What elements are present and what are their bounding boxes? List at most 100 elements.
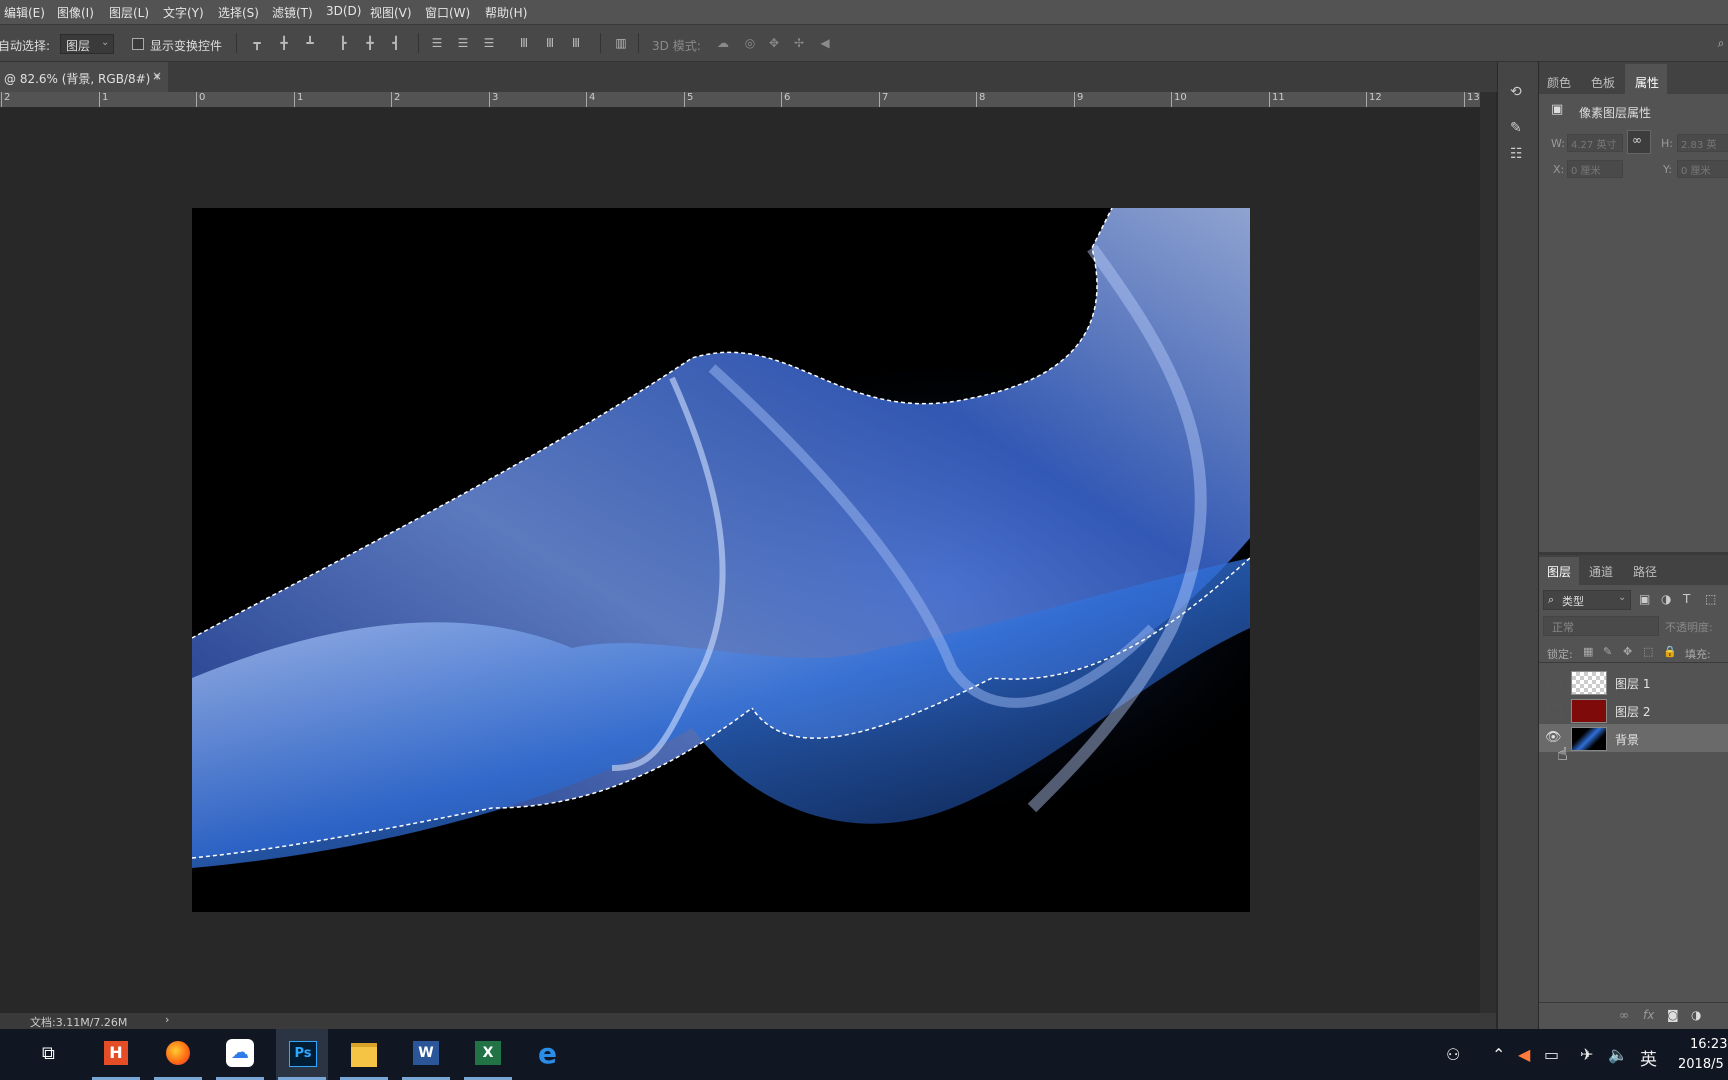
right-panel: 颜色 色板 属性 ▣ 像素图层属性 W: 4.27 英寸 ∞ H: 2.83 英… — [1538, 62, 1728, 1029]
menu-select[interactable]: 选择(S) — [218, 4, 259, 21]
fx-icon[interactable]: fx — [1643, 1008, 1654, 1022]
orbit-3d-icon[interactable]: ☁ — [716, 37, 730, 49]
file-explorer-button[interactable] — [338, 1029, 390, 1080]
task-view-button[interactable]: ⧉ — [28, 1029, 80, 1080]
ruler-label: 0 — [199, 92, 206, 103]
volume-icon[interactable]: 🔈 — [1608, 1045, 1628, 1064]
tab-properties[interactable]: 属性 — [1635, 74, 1659, 91]
battery-icon[interactable]: ▭ — [1544, 1045, 1559, 1064]
baidu-netdisk-button[interactable]: ☁ — [214, 1029, 266, 1080]
status-bar: 文档:3.11M/7.26M › — [0, 1013, 1496, 1029]
menu-3d[interactable]: 3D(D) — [326, 4, 361, 18]
link-dimensions-button[interactable]: ∞ — [1627, 130, 1651, 154]
align-top-icon[interactable]: ┳ — [250, 37, 264, 49]
airplane-mode-icon[interactable]: ✈ — [1580, 1045, 1593, 1064]
visibility-toggle[interactable] — [1547, 704, 1561, 718]
notification-icon[interactable]: ◀ — [1518, 1045, 1530, 1064]
tab-paths[interactable]: 路径 — [1633, 563, 1657, 580]
edge-button[interactable]: e — [524, 1029, 576, 1080]
height-field[interactable]: 2.83 英 — [1677, 134, 1728, 152]
lock-pixels-icon[interactable]: ✎ — [1603, 645, 1612, 658]
y-field[interactable]: 0 厘米 — [1677, 160, 1728, 178]
properties-header: 像素图层属性 — [1579, 106, 1652, 120]
photoshop-button[interactable]: Ps — [276, 1029, 328, 1080]
link-icon[interactable]: ∞ — [1619, 1008, 1629, 1022]
filter-pixel-icon[interactable]: ▣ — [1639, 592, 1650, 606]
filter-type-icon[interactable]: T — [1683, 592, 1690, 606]
tab-swatches[interactable]: 色板 — [1591, 74, 1615, 91]
x-field[interactable]: 0 厘米 — [1567, 160, 1623, 178]
show-hidden-icons-icon[interactable]: ⌃ — [1492, 1045, 1505, 1064]
adjustments-panel-icon[interactable]: ☷ — [1510, 146, 1523, 162]
width-field[interactable]: 4.27 英寸 — [1567, 134, 1623, 152]
menu-type[interactable]: 文字(Y) — [163, 4, 204, 21]
align-vcenter-icon[interactable]: ╋ — [277, 37, 291, 49]
filter-adjustment-icon[interactable]: ◑ — [1661, 592, 1671, 606]
excel-button[interactable]: X — [462, 1029, 514, 1080]
hbuilder-button[interactable]: H — [90, 1029, 142, 1080]
align-hcenter-icon[interactable]: ╋ — [363, 37, 377, 49]
status-menu-arrow[interactable]: › — [165, 1013, 169, 1026]
properties-tab-bar: 颜色 色板 属性 — [1539, 62, 1728, 94]
menu-window[interactable]: 窗口(W) — [425, 4, 470, 21]
auto-select-dropdown[interactable]: 图层 ⌄ — [60, 34, 114, 54]
clock-time[interactable]: 16:23 — [1690, 1037, 1727, 1052]
menu-help[interactable]: 帮助(H) — [485, 4, 527, 21]
lock-position-icon[interactable]: ✥ — [1623, 645, 1632, 658]
slide-3d-icon[interactable]: ✢ — [792, 37, 806, 49]
distribute-left-icon[interactable]: Ⅲ — [517, 37, 531, 49]
roll-3d-icon[interactable]: ◎ — [743, 37, 757, 49]
distribute-hcenter-icon[interactable]: Ⅲ — [543, 37, 557, 49]
close-tab-button[interactable]: × — [152, 69, 162, 83]
ime-indicator[interactable]: 英 — [1640, 1045, 1657, 1070]
menu-edit[interactable]: 编辑(E) — [4, 4, 45, 21]
align-right-icon[interactable]: ┫ — [389, 37, 403, 49]
history-panel-icon[interactable]: ⟲ — [1510, 84, 1522, 100]
canvas-area[interactable] — [0, 108, 1480, 1013]
ruler-label: 9 — [1077, 92, 1084, 103]
blend-mode-dropdown[interactable]: 正常 — [1543, 616, 1659, 636]
search-icon[interactable]: ⌕ — [1714, 37, 1728, 49]
filter-shape-icon[interactable]: ⬚ — [1705, 592, 1716, 606]
menu-view[interactable]: 视图(V) — [370, 4, 412, 21]
adjustment-icon[interactable]: ◑ — [1691, 1008, 1701, 1022]
tab-layers[interactable]: 图层 — [1547, 563, 1571, 580]
tab-color[interactable]: 颜色 — [1547, 74, 1571, 91]
document-tab[interactable]: @ 82.6% (背景, RGB/8#) * × — [0, 62, 168, 92]
mask-icon[interactable]: ◙ — [1667, 1008, 1679, 1022]
layer-row-1[interactable]: 图层 1 — [1539, 668, 1728, 696]
scale-3d-icon[interactable]: ◀ — [818, 37, 832, 49]
auto-align-icon[interactable]: ▥ — [614, 37, 628, 49]
distribute-top-icon[interactable]: ☰ — [430, 37, 444, 49]
people-icon[interactable]: ⚇ — [1446, 1045, 1460, 1064]
clock-date[interactable]: 2018/5 — [1678, 1057, 1724, 1072]
lock-transparent-icon[interactable]: ▦ — [1583, 645, 1593, 658]
x-value: 0 厘米 — [1571, 166, 1601, 177]
visibility-toggle[interactable] — [1547, 676, 1561, 690]
menu-filter[interactable]: 滤镜(T) — [272, 4, 313, 21]
brush-panel-icon[interactable]: ✎ — [1510, 120, 1522, 136]
menu-layer[interactable]: 图层(L) — [109, 4, 149, 21]
align-bottom-icon[interactable]: ┻ — [303, 37, 317, 49]
ruler-tick — [99, 92, 100, 107]
distribute-vcenter-icon[interactable]: ☰ — [456, 37, 470, 49]
lock-artboard-icon[interactable]: ⬚ — [1643, 645, 1653, 658]
menu-image[interactable]: 图像(I) — [57, 4, 94, 21]
align-left-icon[interactable]: ┣ — [336, 37, 350, 49]
distribute-bottom-icon[interactable]: ☰ — [482, 37, 496, 49]
lock-all-icon[interactable]: 🔒 — [1663, 645, 1677, 658]
document-canvas[interactable] — [192, 208, 1250, 912]
chevron-down-icon: ⌄ — [1618, 592, 1627, 603]
word-button[interactable]: W — [400, 1029, 452, 1080]
transform-controls-checkbox[interactable] — [132, 38, 144, 50]
layer-row-2[interactable]: 图层 2 — [1539, 696, 1728, 724]
ruler-tick — [294, 92, 295, 107]
tab-channels[interactable]: 通道 — [1589, 563, 1613, 580]
ruler-label: 7 — [882, 92, 889, 103]
eye-icon[interactable]: 👁 — [1545, 730, 1562, 745]
distribute-right-icon[interactable]: Ⅲ — [569, 37, 583, 49]
firefox-button[interactable] — [152, 1029, 204, 1080]
vertical-scrollbar[interactable] — [1480, 92, 1496, 1013]
layer-filter-dropdown[interactable]: ⌕ 类型 ⌄ — [1543, 590, 1631, 610]
drag-3d-icon[interactable]: ✥ — [767, 37, 781, 49]
